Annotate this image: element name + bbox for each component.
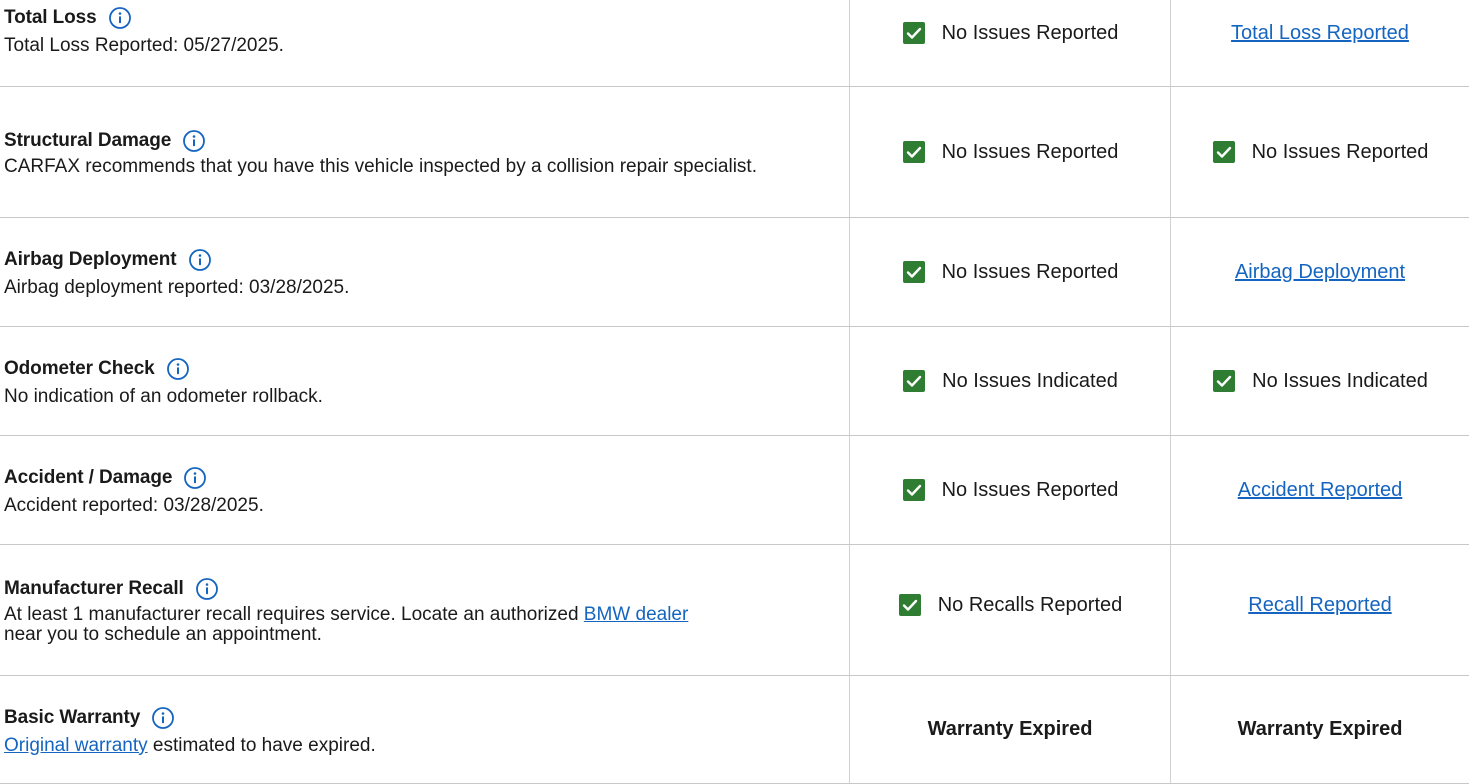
row-description: Total Loss Reported: 05/27/2025. [4, 35, 284, 56]
recall-text-continued: near you to schedule an appointment. [4, 624, 322, 645]
check-icon [902, 478, 926, 502]
row-description: Airbag deployment reported: 03/28/2025. [4, 277, 350, 298]
info-icon[interactable] [195, 578, 218, 600]
table-row-manufacturer-recall: Manufacturer Recall At least 1 manufactu… [0, 545, 1469, 676]
info-icon[interactable] [166, 358, 189, 380]
row-title: Total Loss [4, 7, 97, 28]
info-icon[interactable] [152, 706, 175, 729]
status-indicator: No Issues Indicated [1212, 369, 1428, 393]
this-vehicle-cell: No Issues Reported [850, 87, 1170, 217]
row-title: Odometer Check [4, 358, 155, 379]
info-icon[interactable] [184, 467, 207, 489]
this-vehicle-cell: No Issues Reported [850, 0, 1170, 86]
row-title-line: Basic Warranty [4, 704, 834, 732]
row-description: No indication of an odometer rollback. [4, 386, 323, 407]
recall-text: At least 1 manufacturer recall requires … [4, 604, 584, 625]
table-row-accident-damage: Accident / Damage Accident reported: 03/… [0, 436, 1469, 545]
this-vehicle-cell: No Issues Reported [850, 218, 1170, 326]
status-indicator: No Issues Reported [902, 21, 1119, 45]
row-description: Accident reported: 03/28/2025. [4, 495, 264, 516]
row-title: Airbag Deployment [4, 249, 177, 270]
this-vehicle-cell: No Recalls Reported [850, 545, 1170, 675]
this-vehicle-cell: No Issues Indicated [850, 327, 1170, 435]
vehicle-history-table: Total Loss Total Loss Reported: 05/27/20… [0, 0, 1469, 784]
status-indicator: No Recalls Reported [898, 593, 1123, 617]
row-title-line: Accident / Damage [4, 464, 834, 492]
check-icon [1212, 369, 1236, 393]
check-icon [902, 260, 926, 284]
status-text: No Recalls Reported [937, 593, 1123, 616]
comparison-cell: No Issues Reported [1171, 87, 1469, 217]
total-loss-reported-link[interactable]: Total Loss Reported [1231, 22, 1409, 45]
check-icon [902, 21, 926, 45]
check-icon [902, 140, 926, 164]
row-description: CARFAX recommends that you have this veh… [4, 156, 757, 177]
recall-reported-link[interactable]: Recall Reported [1248, 594, 1391, 617]
row-description-cell: Accident / Damage Accident reported: 03/… [4, 436, 834, 544]
comparison-cell: Total Loss Reported [1171, 0, 1469, 86]
table-row-structural-damage: Structural Damage CARFAX recommends that… [0, 87, 1469, 218]
airbag-deployment-link[interactable]: Airbag Deployment [1235, 261, 1405, 284]
original-warranty-link[interactable]: Original warranty [4, 735, 148, 756]
table-row-basic-warranty: Basic Warranty Original warranty estimat… [0, 676, 1469, 784]
status-text: No Issues Reported [1251, 140, 1429, 163]
row-title-line: Total Loss [4, 4, 834, 32]
row-title-line: Manufacturer Recall [4, 575, 834, 603]
status-text: No Issues Indicated [1252, 369, 1428, 392]
bmw-dealer-link[interactable]: BMW dealer [584, 604, 689, 625]
row-title-line: Structural Damage [4, 127, 834, 155]
check-icon [898, 593, 922, 617]
comparison-cell: Recall Reported [1171, 545, 1469, 675]
row-description-cell: Total Loss Total Loss Reported: 05/27/20… [4, 0, 834, 86]
warranty-text: estimated to have expired. [147, 734, 376, 756]
row-description-cell: Airbag Deployment Airbag deployment repo… [4, 218, 834, 326]
warranty-status: Warranty Expired [1237, 718, 1403, 740]
status-text: No Issues Reported [941, 478, 1119, 501]
row-title: Manufacturer Recall [4, 578, 184, 599]
comparison-cell: Warranty Expired [1171, 676, 1469, 783]
status-indicator: No Issues Reported [902, 260, 1119, 284]
row-title-line: Airbag Deployment [4, 246, 834, 274]
status-text: No Issues Reported [941, 260, 1119, 283]
this-vehicle-cell: Warranty Expired [850, 676, 1170, 783]
status-text: No Issues Reported [941, 21, 1119, 44]
comparison-cell: Accident Reported [1171, 436, 1469, 544]
status-indicator: No Issues Reported [902, 140, 1119, 164]
status-text: No Issues Indicated [942, 369, 1118, 392]
info-icon[interactable] [188, 249, 211, 271]
row-description-cell: Odometer Check No indication of an odome… [4, 327, 834, 435]
row-description: Original warranty estimated to have expi… [4, 734, 834, 756]
info-icon[interactable] [108, 7, 131, 29]
this-vehicle-cell: No Issues Reported [850, 436, 1170, 544]
status-indicator: No Issues Reported [902, 478, 1119, 502]
row-title: Accident / Damage [4, 467, 173, 488]
table-row-airbag-deployment: Airbag Deployment Airbag deployment repo… [0, 218, 1469, 327]
table-row-odometer-check: Odometer Check No indication of an odome… [0, 327, 1469, 436]
comparison-cell: Airbag Deployment [1171, 218, 1469, 326]
status-indicator: No Issues Indicated [902, 369, 1118, 393]
check-icon [1212, 140, 1236, 164]
warranty-status: Warranty Expired [927, 718, 1093, 740]
status-indicator: No Issues Reported [1212, 140, 1429, 164]
check-icon [902, 369, 926, 393]
info-icon[interactable] [183, 130, 206, 152]
row-description: At least 1 manufacturer recall requires … [4, 605, 824, 645]
status-text: No Issues Reported [941, 140, 1119, 163]
row-title: Structural Damage [4, 130, 172, 151]
row-title-line: Odometer Check [4, 355, 834, 383]
comparison-cell: No Issues Indicated [1171, 327, 1469, 435]
row-description-cell: Basic Warranty Original warranty estimat… [4, 676, 834, 783]
row-title: Basic Warranty [4, 706, 141, 728]
accident-reported-link[interactable]: Accident Reported [1238, 479, 1403, 502]
row-description-cell: Manufacturer Recall At least 1 manufactu… [4, 545, 834, 675]
table-row-total-loss: Total Loss Total Loss Reported: 05/27/20… [0, 0, 1469, 87]
row-description-cell: Structural Damage CARFAX recommends that… [4, 87, 834, 217]
